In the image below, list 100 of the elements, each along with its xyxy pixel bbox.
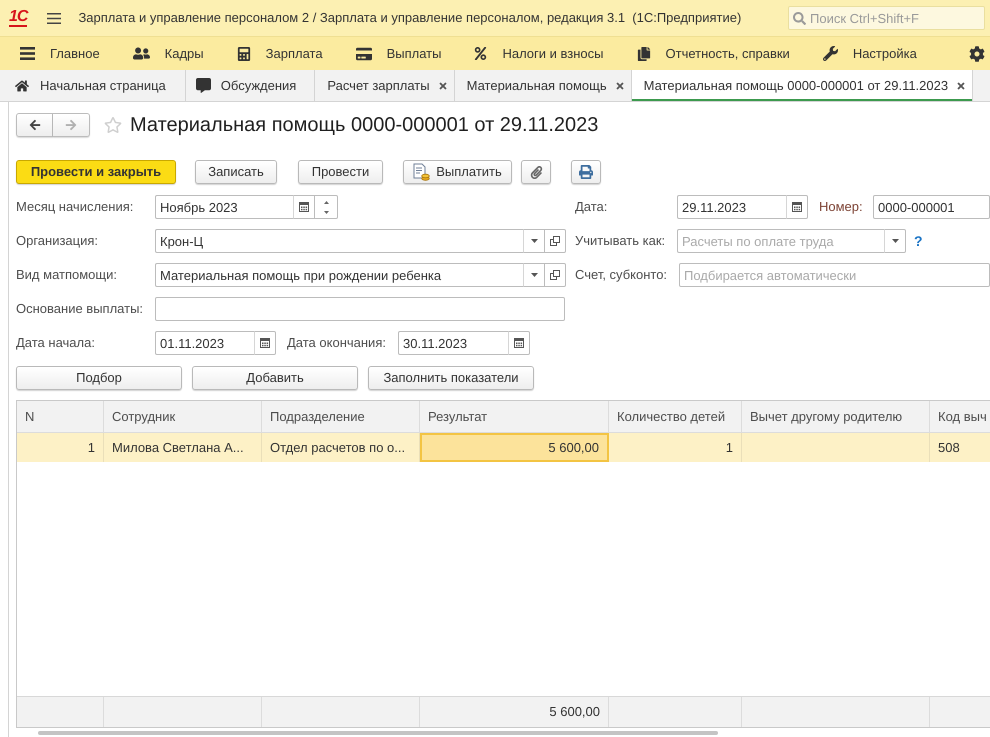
home-icon xyxy=(15,78,29,92)
back-button[interactable] xyxy=(16,113,53,137)
help-link[interactable]: ? xyxy=(914,230,923,252)
tab[interactable]: Материальная помощь xyxy=(454,70,632,101)
dropdown-button[interactable] xyxy=(523,263,545,287)
arrow-right-icon xyxy=(65,119,77,131)
list-icon xyxy=(20,47,35,60)
print-button[interactable] xyxy=(571,160,601,184)
calendar-button[interactable] xyxy=(293,195,315,219)
section-button[interactable]: Выплаты xyxy=(356,44,442,64)
open-button[interactable] xyxy=(545,229,566,253)
table-row[interactable]: 1 Милова Светлана А... Отдел расчетов по о... 5 600,00 1 508 xyxy=(17,433,990,462)
organization-field[interactable]: Крон-Ц xyxy=(155,229,523,253)
close-icon[interactable] xyxy=(614,80,625,90)
field-label: Дата начала: xyxy=(16,334,96,352)
table-cell-text: 508 xyxy=(937,438,961,457)
calendar-button[interactable] xyxy=(786,195,808,219)
field-label: Счет, субконто: xyxy=(575,266,668,284)
field-label: Месяц начисления: xyxy=(16,198,134,216)
caret-icon xyxy=(892,239,898,243)
speech-bubble-icon xyxy=(196,78,211,93)
section-button[interactable]: Настройка xyxy=(822,44,917,64)
calendar-icon xyxy=(299,202,309,212)
column-header[interactable]: N xyxy=(17,401,104,432)
table-command-button[interactable]: Подбор xyxy=(16,366,182,390)
calendar-button[interactable] xyxy=(508,331,530,355)
calendar-icon xyxy=(260,338,270,348)
documents-icon xyxy=(636,46,650,60)
field-label: Вид матпомощи: xyxy=(16,266,118,284)
post-button[interactable]: Провести xyxy=(298,160,383,184)
table-cell: Милова Светлана А... xyxy=(104,433,262,462)
column-header[interactable]: Подразделение xyxy=(262,401,420,432)
document-coins-icon xyxy=(413,163,430,181)
calendar-icon xyxy=(514,338,524,348)
section-button[interactable]: Отчетность, справки xyxy=(636,44,790,64)
arrow-left-icon xyxy=(28,119,40,131)
column-header[interactable]: Код выч xyxy=(930,401,990,432)
end-date-field[interactable]: 30.11.2023 xyxy=(398,331,508,355)
field-label: Дата: xyxy=(575,198,608,216)
menu-icon[interactable] xyxy=(47,12,62,24)
section-button[interactable]: Зарплата xyxy=(236,44,323,64)
paperclip-icon xyxy=(530,166,542,178)
account-field[interactable]: Подбирается автоматически xyxy=(679,263,990,287)
overlapping-squares-icon xyxy=(550,270,560,280)
aid-type-field[interactable]: Материальная помощь при рождении ребенка xyxy=(155,263,523,287)
triangle-up-icon xyxy=(324,200,328,204)
search-icon xyxy=(793,12,806,25)
column-header[interactable]: Результат xyxy=(420,401,609,432)
section-button[interactable]: Главное xyxy=(20,44,100,64)
pay-button[interactable]: Выплатить xyxy=(403,160,512,184)
overlapping-squares-icon xyxy=(550,236,560,246)
card-icon xyxy=(356,46,372,62)
table-cell: 1 xyxy=(17,433,104,462)
field-label: Номер: xyxy=(819,198,864,216)
star-icon[interactable] xyxy=(104,116,122,134)
tab[interactable]: Материальная помощь 0000-000001 от 29.11.2023 xyxy=(632,70,974,101)
column-header[interactable]: Вычет другому родителю xyxy=(742,401,930,432)
settings-icon[interactable] xyxy=(969,46,985,62)
month-field[interactable]: Ноябрь 2023 xyxy=(155,195,293,219)
section-button[interactable]: Налоги и взносы xyxy=(474,44,604,64)
close-icon[interactable] xyxy=(438,80,448,90)
start-date-field[interactable]: 01.11.2023 xyxy=(155,331,254,355)
caret-icon xyxy=(530,273,538,277)
column-header[interactable]: Количество детей xyxy=(609,401,742,432)
dropdown-button[interactable] xyxy=(523,229,545,253)
scrollbar-thumb[interactable] xyxy=(38,731,718,735)
table-cell: 1 xyxy=(609,433,742,462)
open-button[interactable] xyxy=(545,263,566,287)
triangle-down-icon xyxy=(324,210,328,214)
caret-icon xyxy=(530,239,538,243)
number-field[interactable]: 0000-000001 xyxy=(873,195,990,219)
search-field[interactable]: Поиск Ctrl+Shift+F xyxy=(788,6,985,30)
field-label: Организация: xyxy=(16,232,100,250)
post-and-close-button[interactable]: Провести и закрыть xyxy=(16,160,176,184)
field-label: Основание выплаты: xyxy=(16,300,144,318)
payment-basis-field[interactable] xyxy=(155,297,565,321)
dropdown-button[interactable] xyxy=(884,229,906,253)
document-title: Материальная помощь 0000-000001 от 29.11.2023 xyxy=(130,113,598,138)
total-value: 5 600,00 xyxy=(549,703,600,722)
printer-icon xyxy=(579,165,593,179)
table-cell: 5 600,00 xyxy=(420,433,609,462)
save-button[interactable]: Записать xyxy=(195,160,277,184)
people-icon xyxy=(132,45,150,62)
close-icon[interactable] xyxy=(956,80,966,90)
spin-button[interactable] xyxy=(315,195,338,219)
account-as-field[interactable]: Расчеты по оплате труда xyxy=(677,229,884,253)
calculator-icon xyxy=(236,46,251,60)
date-field[interactable]: 29.11.2023 xyxy=(677,195,786,219)
column-header[interactable]: Сотрудник xyxy=(104,401,262,432)
table-command-button[interactable]: Заполнить показатели xyxy=(368,366,534,390)
table-command-button[interactable]: Добавить xyxy=(192,366,358,390)
window-title: Зарплата и управление персоналом 2 / Зарплата и управление персоналом, редакция 3.1 (1С:Предприятие) xyxy=(78,9,742,28)
field-label: Дата окончания: xyxy=(287,334,387,352)
calendar-button[interactable] xyxy=(254,331,276,355)
app-logo: 1С xyxy=(9,9,28,27)
calendar-icon xyxy=(792,202,802,212)
attach-button[interactable] xyxy=(521,160,551,184)
field-label: Учитывать как: xyxy=(575,232,666,250)
wrench-icon xyxy=(822,46,838,61)
section-button[interactable]: Кадры xyxy=(132,44,204,64)
